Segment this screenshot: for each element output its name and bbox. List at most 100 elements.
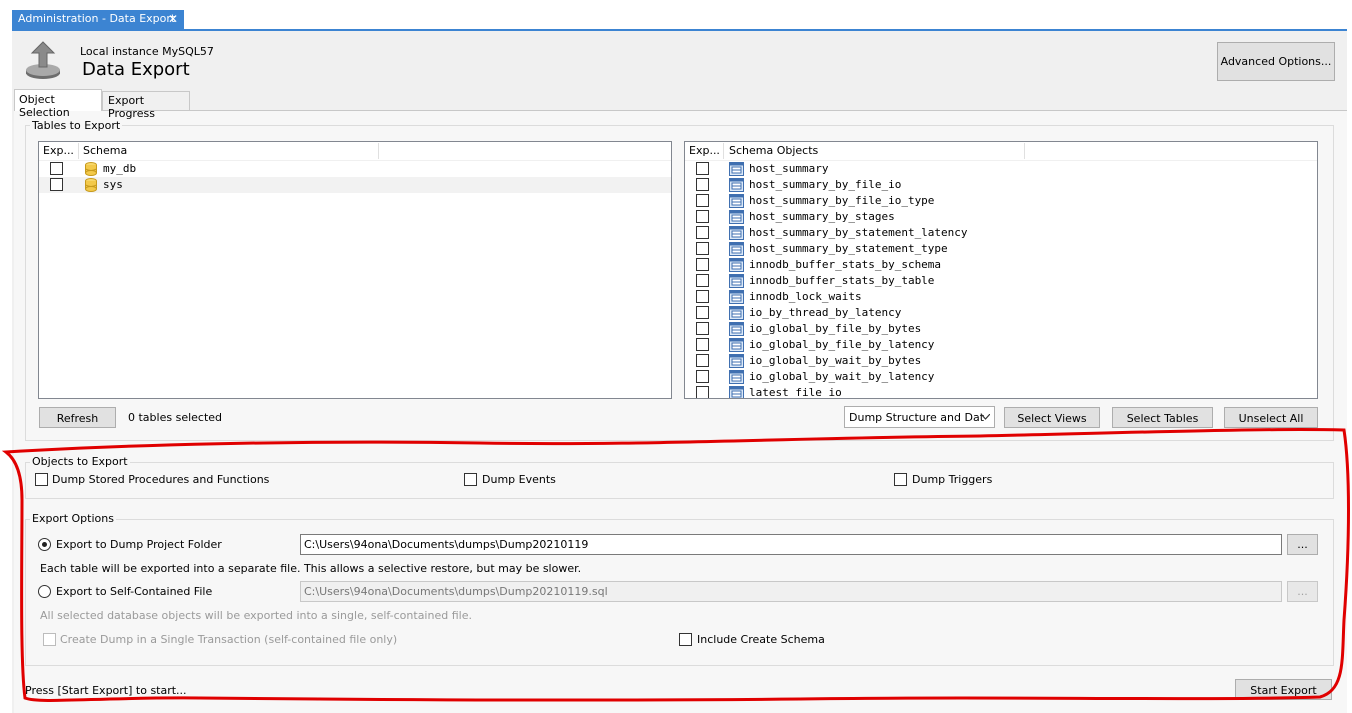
file-path-input[interactable]: C:\Users\94ona\Documents\dumps\Dump20210…	[300, 581, 1282, 602]
dump-type-select[interactable]: Dump Structure and Dat	[844, 406, 995, 428]
schema-object-name: host_summary	[749, 162, 829, 175]
schema-object-row[interactable]: innodb_buffer_stats_by_schema	[685, 257, 1317, 273]
view-table-icon	[729, 242, 744, 256]
dump-events-label: Dump Events	[482, 473, 556, 486]
schema-export-checkbox[interactable]	[50, 162, 63, 175]
export-file-radio[interactable]	[38, 585, 51, 598]
object-export-checkbox[interactable]	[696, 306, 709, 319]
view-table-icon	[729, 210, 744, 224]
schema-object-row[interactable]: host_summary_by_stages	[685, 209, 1317, 225]
dump-triggers-checkbox[interactable]	[894, 473, 907, 486]
schema-object-row[interactable]: io_by_thread_by_latency	[685, 305, 1317, 321]
view-table-icon	[729, 306, 744, 320]
object-export-checkbox[interactable]	[696, 354, 709, 367]
objects-list-header-objects[interactable]: Schema Objects	[729, 144, 818, 157]
schema-object-row[interactable]: host_summary_by_file_io	[685, 177, 1317, 193]
schema-row[interactable]: my_db	[39, 161, 671, 177]
schema-object-name: io_global_by_file_by_bytes	[749, 322, 922, 335]
folder-path-input[interactable]: C:\Users\94ona\Documents\dumps\Dump20210…	[300, 534, 1282, 555]
object-export-checkbox[interactable]	[696, 338, 709, 351]
view-table-icon	[729, 194, 744, 208]
include-create-schema-checkbox[interactable]	[679, 633, 692, 646]
objects-list-header-export[interactable]: Exp...	[689, 144, 720, 157]
advanced-options-button[interactable]: Advanced Options...	[1217, 42, 1335, 81]
schema-list-header-export[interactable]: Exp...	[43, 144, 74, 157]
schema-list-header-schema[interactable]: Schema	[83, 144, 127, 157]
single-transaction-checkbox[interactable]	[43, 633, 56, 646]
schema-name: my_db	[103, 162, 137, 175]
schema-object-row[interactable]: io_global_by_file_by_latency	[685, 337, 1317, 353]
dump-type-value: Dump Structure and Dat	[849, 411, 985, 424]
object-export-checkbox[interactable]	[696, 370, 709, 383]
database-icon	[85, 178, 97, 192]
object-export-checkbox[interactable]	[696, 210, 709, 223]
schema-object-row[interactable]: innodb_lock_waits	[685, 289, 1317, 305]
schema-object-name: innodb_buffer_stats_by_schema	[749, 258, 942, 271]
view-table-icon	[729, 274, 744, 288]
object-export-checkbox[interactable]	[696, 226, 709, 239]
schema-object-row[interactable]: host_summary_by_file_io_type	[685, 193, 1317, 209]
object-export-checkbox[interactable]	[696, 194, 709, 207]
view-table-icon	[729, 386, 744, 398]
schema-object-name: host_summary_by_statement_latency	[749, 226, 968, 239]
dump-events-checkbox[interactable]	[464, 473, 477, 486]
tab-export-progress[interactable]: Export Progress	[102, 91, 190, 120]
document-tab-data-export[interactable]: Administration - Data Export ✕	[12, 10, 184, 30]
schema-object-row[interactable]: io_global_by_file_by_bytes	[685, 321, 1317, 337]
dump-procedures-checkbox[interactable]	[35, 473, 48, 486]
browse-file-button[interactable]: ...	[1287, 581, 1318, 602]
object-export-checkbox[interactable]	[696, 258, 709, 271]
view-table-icon	[729, 354, 744, 368]
view-table-icon	[729, 290, 744, 304]
schema-object-name: latest_file_io	[749, 386, 842, 399]
schema-object-row[interactable]: latest_file_io	[685, 385, 1317, 399]
dump-procedures-label: Dump Stored Procedures and Functions	[52, 473, 270, 486]
close-icon[interactable]: ✕	[168, 12, 178, 26]
schema-object-row[interactable]: io_global_by_wait_by_latency	[685, 369, 1317, 385]
schema-object-row[interactable]: host_summary_by_statement_type	[685, 241, 1317, 257]
document-tab-title: Administration - Data Export	[18, 12, 176, 25]
select-tables-button[interactable]: Select Tables	[1112, 407, 1213, 428]
select-views-button[interactable]: Select Views	[1004, 407, 1100, 428]
export-folder-label: Export to Dump Project Folder	[56, 538, 222, 551]
start-export-button[interactable]: Start Export	[1235, 679, 1332, 700]
single-transaction-label: Create Dump in a Single Transaction (sel…	[60, 633, 398, 646]
status-text: Press [Start Export] to start...	[25, 684, 187, 697]
schema-row[interactable]: sys	[39, 177, 671, 193]
schema-object-row[interactable]: host_summary	[685, 161, 1317, 177]
object-export-checkbox[interactable]	[696, 274, 709, 287]
view-table-icon	[729, 338, 744, 352]
schema-list[interactable]: Exp... Schema my_dbsys	[38, 141, 672, 399]
connection-name: Local instance MySQL57	[80, 45, 214, 58]
view-table-icon	[729, 370, 744, 384]
object-export-checkbox[interactable]	[696, 162, 709, 175]
schema-object-name: io_global_by_wait_by_latency	[749, 370, 935, 383]
schema-objects-list[interactable]: Exp... Schema Objects host_summary host_s…	[684, 141, 1318, 399]
export-options-legend: Export Options	[30, 512, 116, 525]
object-export-checkbox[interactable]	[696, 290, 709, 303]
schema-export-checkbox[interactable]	[50, 178, 63, 191]
schema-object-name: io_global_by_wait_by_bytes	[749, 354, 922, 367]
refresh-button[interactable]: Refresh	[39, 407, 116, 428]
schema-object-name: innodb_buffer_stats_by_table	[749, 274, 935, 287]
schema-object-name: io_global_by_file_by_latency	[749, 338, 935, 351]
view-table-icon	[729, 322, 744, 336]
unselect-all-button[interactable]: Unselect All	[1224, 407, 1318, 428]
tab-object-selection[interactable]: Object Selection	[14, 89, 102, 119]
view-table-icon	[729, 226, 744, 240]
schema-object-row[interactable]: io_global_by_wait_by_bytes	[685, 353, 1317, 369]
browse-folder-button[interactable]: ...	[1287, 534, 1318, 555]
schema-object-row[interactable]: innodb_buffer_stats_by_table	[685, 273, 1317, 289]
object-export-checkbox[interactable]	[696, 386, 709, 398]
object-export-checkbox[interactable]	[696, 322, 709, 335]
object-export-checkbox[interactable]	[696, 242, 709, 255]
schema-name: sys	[103, 178, 123, 191]
schema-object-row[interactable]: host_summary_by_statement_latency	[685, 225, 1317, 241]
export-folder-radio[interactable]	[38, 538, 51, 551]
schema-object-name: host_summary_by_file_io	[749, 178, 902, 191]
object-export-checkbox[interactable]	[696, 178, 709, 191]
tables-to-export-legend: Tables to Export	[30, 119, 123, 132]
view-table-icon	[729, 258, 744, 272]
schema-object-name: innodb_lock_waits	[749, 290, 862, 303]
view-table-icon	[729, 162, 744, 176]
